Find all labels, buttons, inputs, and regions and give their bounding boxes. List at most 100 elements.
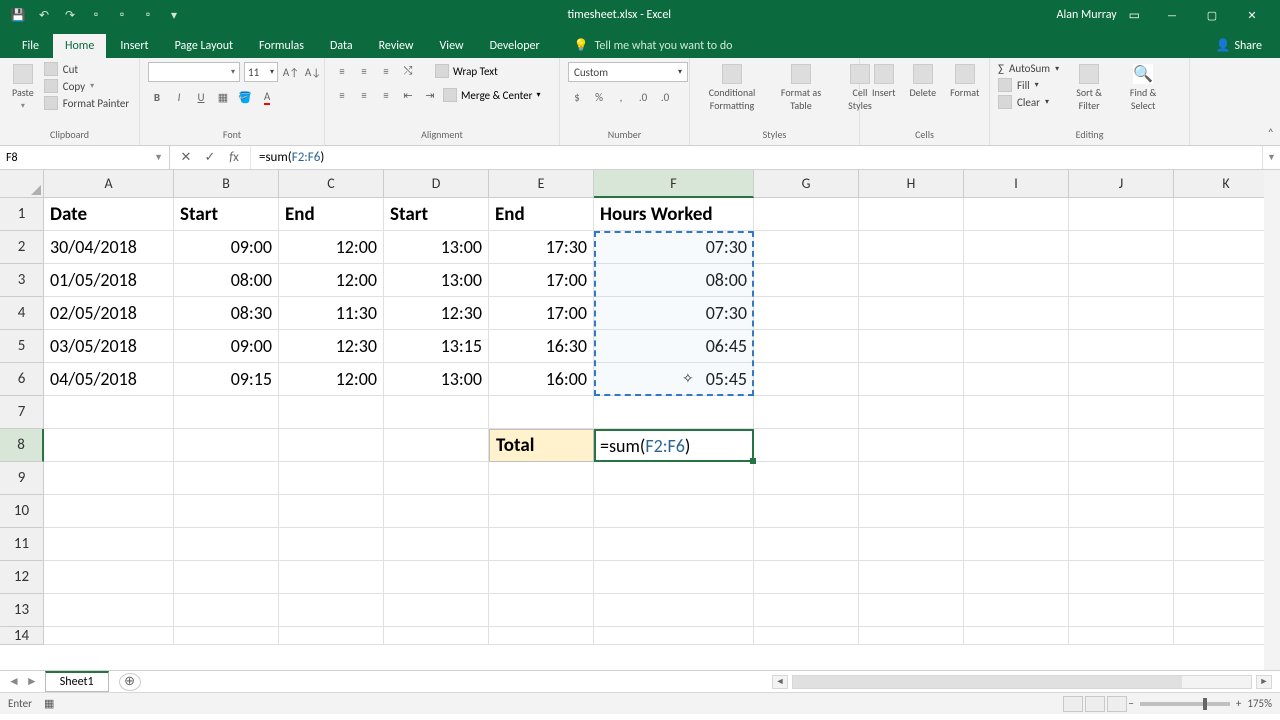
cell[interactable] xyxy=(859,297,964,330)
row-header[interactable]: 11 xyxy=(0,528,44,561)
cell[interactable]: 12:30 xyxy=(279,330,384,363)
next-sheet-icon[interactable]: ► xyxy=(26,674,38,689)
cell[interactable] xyxy=(384,561,489,594)
undo-icon[interactable]: ↶ xyxy=(36,7,52,23)
active-cell-editor[interactable]: =sum(F2:F6) xyxy=(594,429,754,462)
cell[interactable] xyxy=(964,330,1069,363)
qat-dropdown-icon[interactable]: ▾ xyxy=(166,7,182,23)
zoom-out-button[interactable]: − xyxy=(1128,697,1133,710)
column-header[interactable]: B xyxy=(174,170,279,198)
cell[interactable] xyxy=(44,462,174,495)
border-button[interactable]: ▦ xyxy=(214,88,232,106)
cell[interactable] xyxy=(964,495,1069,528)
row-header[interactable]: 7 xyxy=(0,396,44,429)
cell[interactable]: 11:30 xyxy=(279,297,384,330)
comma-icon[interactable]: , xyxy=(612,88,630,106)
delete-cells-button[interactable]: Delete xyxy=(906,62,941,101)
fill-color-button[interactable]: 🪣 xyxy=(236,88,254,106)
cell[interactable] xyxy=(279,528,384,561)
tab-data[interactable]: Data xyxy=(318,34,365,58)
clear-button[interactable]: Clear▾ xyxy=(998,95,1059,109)
cell[interactable]: 16:30 xyxy=(489,330,594,363)
row-header[interactable]: 10 xyxy=(0,495,44,528)
tab-page-layout[interactable]: Page Layout xyxy=(163,34,245,58)
cell[interactable] xyxy=(1069,561,1174,594)
column-header[interactable]: G xyxy=(754,170,859,198)
cell[interactable] xyxy=(44,495,174,528)
cell[interactable] xyxy=(384,594,489,627)
italic-button[interactable]: I xyxy=(170,88,188,106)
cell[interactable] xyxy=(754,231,859,264)
tab-home[interactable]: Home xyxy=(53,34,106,58)
ribbon-display-icon[interactable]: ▭ xyxy=(1129,8,1140,23)
cell[interactable]: Total xyxy=(489,429,594,462)
save-icon[interactable]: 💾 xyxy=(10,7,26,23)
cell[interactable] xyxy=(859,561,964,594)
decrease-indent-icon[interactable]: ⇤ xyxy=(399,86,417,104)
align-right-icon[interactable]: ≡ xyxy=(377,86,395,104)
cell[interactable]: 09:15 xyxy=(174,363,279,396)
cell[interactable] xyxy=(174,396,279,429)
cell[interactable] xyxy=(174,561,279,594)
cell[interactable] xyxy=(964,363,1069,396)
align-center-icon[interactable]: ≡ xyxy=(355,86,373,104)
cell[interactable] xyxy=(859,396,964,429)
cell[interactable] xyxy=(859,528,964,561)
cell[interactable] xyxy=(489,627,594,645)
cell[interactable] xyxy=(964,528,1069,561)
cell[interactable] xyxy=(1069,297,1174,330)
cell[interactable] xyxy=(964,429,1069,462)
cell[interactable] xyxy=(174,528,279,561)
cell[interactable]: 13:15 xyxy=(384,330,489,363)
align-top-icon[interactable]: ≡ xyxy=(333,62,351,80)
header-cell[interactable]: Start xyxy=(174,198,279,231)
font-family-select[interactable]: ▾ xyxy=(148,62,240,82)
header-cell[interactable]: End xyxy=(279,198,384,231)
cell[interactable] xyxy=(1069,396,1174,429)
format-cells-button[interactable]: Format xyxy=(946,62,983,101)
align-left-icon[interactable]: ≡ xyxy=(333,86,351,104)
row-header[interactable]: 5 xyxy=(0,330,44,363)
maximize-button[interactable]: ▢ xyxy=(1192,0,1232,30)
row-header[interactable]: 13 xyxy=(0,594,44,627)
cell[interactable] xyxy=(279,495,384,528)
cell[interactable] xyxy=(279,627,384,645)
share-button[interactable]: 👤Share xyxy=(1207,33,1270,58)
cell[interactable] xyxy=(754,561,859,594)
increase-font-icon[interactable]: A↑ xyxy=(282,63,300,81)
cell[interactable] xyxy=(859,594,964,627)
cell[interactable] xyxy=(384,429,489,462)
cell[interactable] xyxy=(859,429,964,462)
cell[interactable] xyxy=(754,429,859,462)
cancel-formula-icon[interactable]: ✕ xyxy=(176,150,196,165)
row-header[interactable]: 6 xyxy=(0,363,44,396)
row-header[interactable]: 1 xyxy=(0,198,44,231)
cell[interactable]: 12:00 xyxy=(279,231,384,264)
header-cell[interactable]: Start xyxy=(384,198,489,231)
cell[interactable] xyxy=(859,363,964,396)
bold-button[interactable]: B xyxy=(148,88,166,106)
cell[interactable]: 08:30 xyxy=(174,297,279,330)
tab-insert[interactable]: Insert xyxy=(108,34,160,58)
cell[interactable]: 17:30 xyxy=(489,231,594,264)
cell[interactable] xyxy=(594,561,754,594)
cell[interactable] xyxy=(279,396,384,429)
minimize-button[interactable]: — xyxy=(1152,0,1192,30)
cell[interactable] xyxy=(489,396,594,429)
cell[interactable] xyxy=(1069,462,1174,495)
cell[interactable] xyxy=(384,495,489,528)
cut-button[interactable]: Cut xyxy=(44,62,129,76)
cell[interactable] xyxy=(279,561,384,594)
cell[interactable]: 30/04/2018 xyxy=(44,231,174,264)
insert-cells-button[interactable]: Insert xyxy=(868,62,900,101)
fx-icon[interactable]: fx xyxy=(224,150,244,165)
format-as-table-button[interactable]: Format as Table xyxy=(772,62,830,114)
cell[interactable] xyxy=(1069,627,1174,645)
zoom-level[interactable]: 175% xyxy=(1247,697,1272,710)
cell[interactable] xyxy=(1069,495,1174,528)
cell[interactable] xyxy=(964,396,1069,429)
cell[interactable] xyxy=(964,264,1069,297)
cell[interactable] xyxy=(754,462,859,495)
cell[interactable] xyxy=(489,528,594,561)
cell[interactable] xyxy=(1069,198,1174,231)
